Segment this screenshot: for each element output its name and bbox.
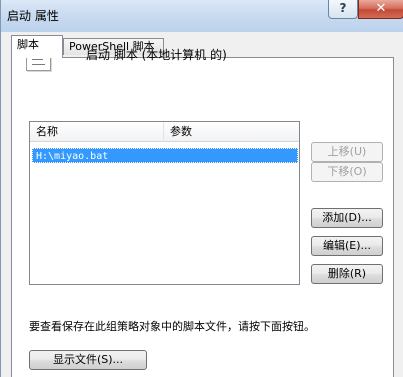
tab-scripts[interactable]: 脚本 [11,35,63,58]
scripts-list[interactable]: 名称 参数 H:\miyao.bat [29,121,300,285]
list-item[interactable]: H:\miyao.bat [32,148,298,163]
list-item-name: H:\miyao.bat [36,151,109,162]
title-bar[interactable]: 启动 属性 ? ✕ [1,0,403,32]
edit-button[interactable]: 编辑(E)... [311,236,383,256]
help-button[interactable]: ? [328,0,358,19]
list-header: 名称 参数 [30,122,299,142]
delete-button[interactable]: 删除(R) [311,264,383,284]
window-title: 启动 属性 [7,9,59,23]
properties-dialog: 启动 属性 ? ✕ 脚本 PowerShell 脚本 启动 脚本 (本地计算机 … [0,0,403,377]
show-files-button[interactable]: 显示文件(S)... [29,350,147,370]
add-button[interactable]: 添加(D)... [311,208,383,228]
move-up-button[interactable]: 上移(U) [311,142,383,162]
script-heading: 启动 脚本 (本地计算机 的) [86,48,227,62]
info-text: 要查看保存在此组策略对象中的脚本文件，请按下面按钮。 [29,320,315,333]
move-down-button[interactable]: 下移(O) [311,162,383,182]
column-header-name[interactable]: 名称 [30,122,164,142]
close-button[interactable]: ✕ [358,0,403,19]
column-header-parameters[interactable]: 参数 [164,122,299,142]
separator [29,306,384,307]
